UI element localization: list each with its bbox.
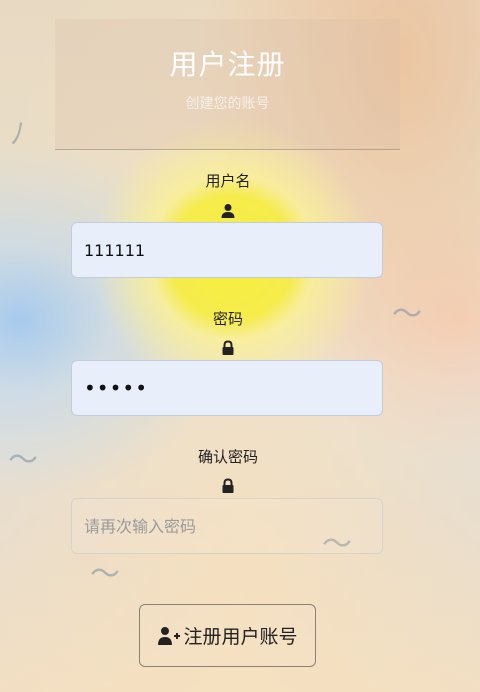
register-button[interactable]: 注册用户账号 <box>139 604 316 667</box>
page-title: 用户注册 <box>169 48 286 81</box>
user-plus-icon <box>158 626 181 645</box>
registration-header: 用户注册 创建您的账号 <box>55 19 400 150</box>
bird-decoration: ﾉ <box>10 117 25 152</box>
username-input[interactable] <box>71 222 383 278</box>
confirm-password-label: 确认密码 <box>197 448 258 466</box>
lock-icon <box>222 340 234 355</box>
bird-decoration: 〜 <box>90 557 120 592</box>
confirm-password-input[interactable] <box>71 498 383 554</box>
user-icon <box>221 204 235 218</box>
page-subtitle: 创建您的账号 <box>185 96 270 112</box>
password-label: 密码 <box>212 310 243 328</box>
username-label: 用户名 <box>205 172 251 190</box>
password-input[interactable] <box>71 360 383 416</box>
lock-icon <box>222 478 234 493</box>
register-button-label: 注册用户账号 <box>183 626 298 648</box>
